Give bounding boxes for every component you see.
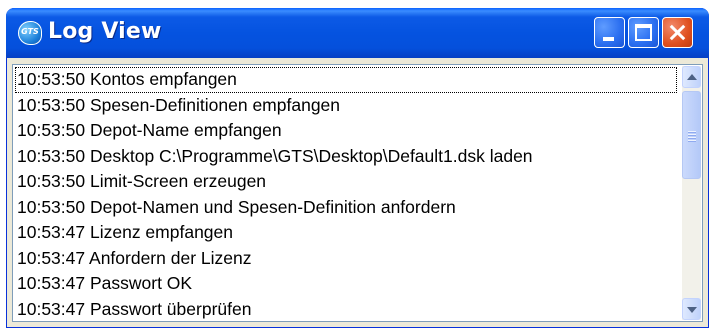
log-entry[interactable]: 10:53:50 Spesen-Definitionen empfangen [15,93,679,119]
log-entry[interactable]: 10:53:50 Depot-Name empfangen [15,118,679,144]
maximize-button[interactable] [628,17,659,48]
log-view-window: GTS Log View 10:53:50 Kontos empfangen 1… [6,8,709,328]
minimize-button[interactable] [594,17,625,48]
log-entry[interactable]: 10:53:50 Desktop C:\Programme\GTS\Deskto… [15,144,679,170]
chevron-down-icon [687,307,697,313]
grip-line [688,131,696,133]
log-entry[interactable]: 10:53:47 Lizenz empfangen [15,220,679,246]
app-icon-label: GTS [21,27,39,36]
grip-line [688,134,696,136]
log-entry[interactable]: 10:53:47 Anfordern der Lizenz [15,246,679,272]
gts-app-icon[interactable]: GTS [18,21,42,45]
scroll-down-button[interactable] [682,298,701,320]
scroll-up-button[interactable] [682,66,701,88]
close-button[interactable] [662,17,693,48]
log-entry[interactable]: 10:53:47 Passwort überprüfen [15,297,679,320]
log-entry[interactable]: 10:53:50 Kontos empfangen [15,67,677,93]
window-title: Log View [48,19,162,44]
grip-line [688,137,696,139]
scroll-thumb[interactable] [682,91,701,179]
log-entry[interactable]: 10:53:47 Passwort OK [15,271,679,297]
chevron-up-icon [687,74,697,80]
vertical-scrollbar[interactable] [682,66,701,320]
maximize-icon [635,24,652,41]
log-listbox[interactable]: 10:53:50 Kontos empfangen 10:53:50 Spese… [12,64,703,322]
log-list[interactable]: 10:53:50 Kontos empfangen 10:53:50 Spese… [15,67,679,319]
title-bar[interactable]: GTS Log View [6,8,709,58]
log-entry[interactable]: 10:53:50 Limit-Screen erzeugen [15,169,679,195]
minimize-icon [603,37,614,41]
close-icon [663,18,692,47]
log-entry[interactable]: 10:53:50 Depot-Namen und Spesen-Definiti… [15,195,679,221]
grip-line [688,140,696,142]
